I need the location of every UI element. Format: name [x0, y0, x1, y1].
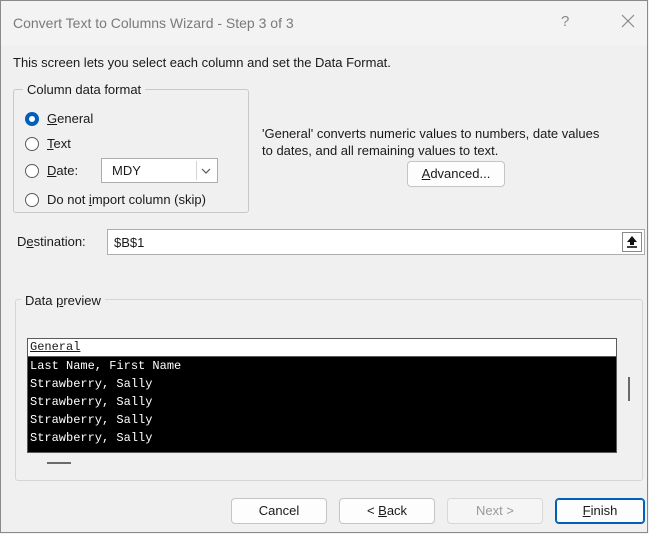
chevron-down-icon	[201, 168, 211, 174]
preview-horizontal-scrollbar[interactable]	[47, 462, 71, 464]
preview-vertical-scrollbar[interactable]	[628, 377, 630, 401]
date-format-dropdown[interactable]	[196, 161, 215, 180]
close-icon	[621, 14, 635, 28]
preview-row: Strawberry, Sally	[30, 395, 153, 409]
radio-date-indicator[interactable]	[25, 163, 39, 178]
destination-value: $B$1	[114, 235, 145, 250]
preview-row: Last Name, First Name	[30, 359, 182, 373]
collapse-upload-icon	[627, 236, 637, 248]
general-format-info: 'General' converts numeric values to num…	[262, 125, 646, 159]
help-button[interactable]: ?	[561, 13, 569, 30]
finish-button[interactable]: Finish	[555, 498, 645, 524]
radio-general-indicator[interactable]	[25, 111, 39, 126]
preview-row: Strawberry, Sally	[30, 431, 153, 445]
title-bar: Convert Text to Columns Wizard - Step 3 …	[1, 1, 647, 45]
collapse-dialog-button[interactable]	[622, 232, 642, 252]
preview-row: Strawberry, Sally	[30, 377, 153, 391]
radio-general-label: General	[47, 111, 94, 126]
destination-input[interactable]: $B$1	[107, 229, 645, 255]
preview-row: Strawberry, Sally	[30, 413, 153, 427]
preview-column-header[interactable]: General	[28, 339, 616, 357]
radio-text-indicator[interactable]	[25, 136, 39, 151]
close-button[interactable]	[616, 9, 640, 33]
instructions-text: This screen lets you select each column …	[13, 55, 391, 70]
cancel-button[interactable]: Cancel	[231, 498, 327, 524]
info-line-2: to dates, and all remaining values to te…	[262, 143, 499, 158]
convert-text-wizard-dialog: Convert Text to Columns Wizard - Step 3 …	[0, 0, 648, 533]
advanced-button[interactable]: Advanced...	[407, 161, 505, 187]
radio-skip[interactable]: Do not import column (skip)	[25, 192, 206, 207]
radio-date-label: Date:	[47, 163, 79, 178]
next-button[interactable]: Next >	[447, 498, 543, 524]
data-preview-box[interactable]: General Last Name, First Name Strawberry…	[27, 338, 617, 453]
date-format-value: MDY	[112, 163, 141, 178]
radio-text[interactable]: Text	[25, 136, 71, 151]
radio-general[interactable]: General	[25, 111, 93, 126]
data-preview-legend: Data preview	[21, 293, 105, 308]
window-title: Convert Text to Columns Wizard - Step 3 …	[13, 15, 294, 31]
radio-skip-label: Do not import column (skip)	[47, 192, 206, 207]
info-line-1: 'General' converts numeric values to num…	[262, 126, 600, 141]
back-button[interactable]: < Back	[339, 498, 435, 524]
radio-text-label: Text	[47, 136, 71, 151]
destination-label: Destination:	[17, 234, 86, 249]
date-format-select[interactable]: MDY	[101, 158, 218, 183]
radio-date[interactable]: Date:	[25, 163, 78, 178]
preview-selected-column[interactable]: Last Name, First Name Strawberry, Sally …	[28, 357, 616, 452]
radio-skip-indicator[interactable]	[25, 192, 39, 207]
column-data-format-legend: Column data format	[23, 82, 146, 97]
